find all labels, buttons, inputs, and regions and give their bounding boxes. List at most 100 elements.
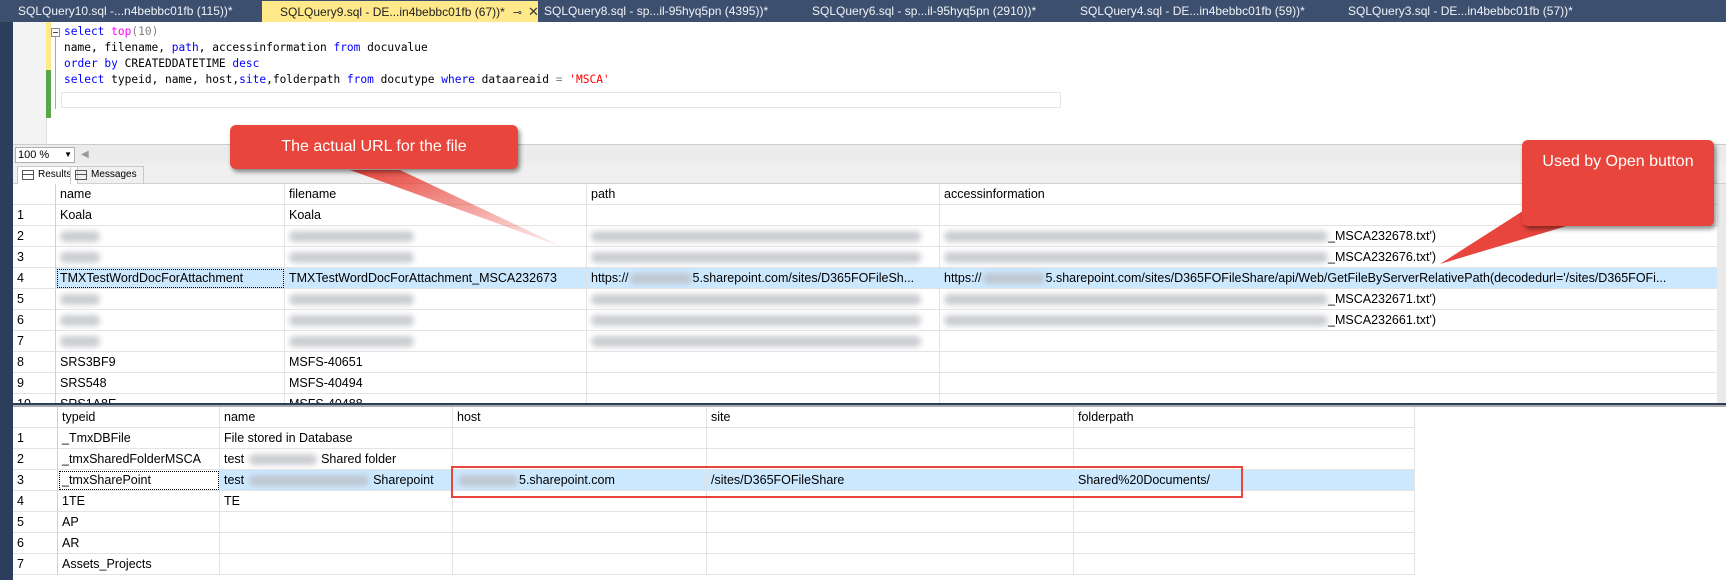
cell-typeid[interactable]: _tmxSharedFolderMSCA [58, 449, 220, 470]
row-number[interactable]: 6 [13, 533, 58, 554]
cell-name[interactable] [220, 512, 453, 533]
row-number[interactable]: 1 [13, 428, 58, 449]
cell-name[interactable]: TE [220, 491, 453, 512]
code-line-2[interactable]: name, filename, path, accessinformation … [64, 40, 428, 56]
row-number[interactable]: 3 [13, 247, 56, 268]
cell-host[interactable] [453, 428, 707, 449]
zoom-select[interactable]: 100 % ▼ [15, 147, 75, 163]
cell-accessinformation[interactable] [940, 373, 1726, 394]
table-row[interactable]: 3 _MSCA232676.txt') [13, 247, 1726, 268]
row-number[interactable]: 2 [13, 226, 56, 247]
cell-name[interactable]: Koala [56, 205, 285, 226]
table-row[interactable]: 2 _MSCA232678.txt') [13, 226, 1726, 247]
cell-name[interactable] [220, 554, 453, 575]
tab-sqlquery10[interactable]: SQLQuery10.sql -...n4bebbc01fb (115))* [0, 1, 246, 22]
row-number[interactable]: 7 [13, 331, 56, 352]
row-number[interactable]: 10 [13, 394, 56, 403]
cell-accessinformation[interactable]: _MSCA232676.txt') [940, 247, 1726, 268]
table-row[interactable]: 5 _MSCA232671.txt') [13, 289, 1726, 310]
cell-path[interactable] [587, 310, 940, 331]
cell-folderpath[interactable] [1074, 533, 1415, 554]
cell-name[interactable]: File stored in Database [220, 428, 453, 449]
cell-name[interactable] [56, 289, 285, 310]
column-header[interactable]: host [453, 407, 707, 428]
table-row[interactable]: 5 AP [13, 512, 1726, 533]
cell-filename[interactable] [285, 310, 587, 331]
cell-site[interactable] [707, 533, 1074, 554]
tab-sqlquery3[interactable]: SQLQuery3.sql - DE...in4bebbc01fb (57))* [1330, 1, 1590, 22]
cell-name[interactable]: test Shared folder [220, 449, 453, 470]
cell-folderpath[interactable] [1074, 554, 1415, 575]
column-header[interactable]: site [707, 407, 1074, 428]
cell-host[interactable] [453, 533, 707, 554]
table-row[interactable]: 7 Assets_Projects [13, 554, 1726, 575]
cell-name[interactable] [56, 310, 285, 331]
cell-accessinformation[interactable] [940, 331, 1726, 352]
column-header[interactable]: name [56, 184, 285, 205]
row-number[interactable]: 6 [13, 310, 56, 331]
cell-name[interactable]: SRS548 [56, 373, 285, 394]
cell-host[interactable] [453, 512, 707, 533]
tab-sqlquery4[interactable]: SQLQuery4.sql - DE...in4bebbc01fb (59))* [1062, 1, 1322, 22]
cell-filename[interactable]: Koala [285, 205, 587, 226]
cell-typeid[interactable]: _TmxDBFile [58, 428, 220, 449]
table-row[interactable]: 6 _MSCA232661.txt') [13, 310, 1726, 331]
tab-sqlquery6[interactable]: SQLQuery6.sql - sp...il-95hyq5pn (2910))… [794, 1, 1054, 22]
table-row[interactable]: 1 _TmxDBFile File stored in Database [13, 428, 1726, 449]
row-number[interactable]: 9 [13, 373, 56, 394]
cell-name[interactable]: SRS1A8E [56, 394, 285, 403]
cell-accessinformation[interactable]: _MSCA232661.txt') [940, 310, 1726, 331]
cell-name[interactable] [56, 331, 285, 352]
cell-accessinformation[interactable]: https://5.sharepoint.com/sites/D365FOFil… [940, 268, 1726, 289]
row-number[interactable]: 4 [13, 268, 56, 289]
row-number[interactable]: 1 [13, 205, 56, 226]
cell-name[interactable]: TMXTestWordDocForAttachment [56, 268, 285, 289]
tab-sqlquery9[interactable]: SQLQuery9.sql - DE...in4bebbc01fb (67))*… [262, 1, 538, 22]
cell-filename[interactable]: TMXTestWordDocForAttachment_MSCA232673 [285, 268, 587, 289]
cell-typeid[interactable]: 1TE [58, 491, 220, 512]
cell-path[interactable] [587, 331, 940, 352]
row-number[interactable]: 2 [13, 449, 58, 470]
cell-name[interactable] [56, 247, 285, 268]
code-line-3[interactable]: order by CREATEDDATETIME desc [64, 56, 259, 72]
row-number[interactable]: 3 [13, 470, 58, 491]
results-grid-docuvalue[interactable]: name filename path accessinformation 1 K… [13, 184, 1726, 403]
column-header[interactable]: filename [285, 184, 587, 205]
cell-name[interactable] [56, 226, 285, 247]
table-row[interactable]: 6 AR [13, 533, 1726, 554]
cell-filename[interactable] [285, 247, 587, 268]
row-number[interactable]: 5 [13, 289, 56, 310]
cell-accessinformation[interactable]: _MSCA232678.txt') [940, 226, 1726, 247]
cell-typeid[interactable]: Assets_Projects [58, 554, 220, 575]
tab-messages[interactable]: Messages [70, 166, 144, 184]
row-number[interactable]: 7 [13, 554, 58, 575]
cell-typeid[interactable]: _tmxSharePoint [58, 470, 220, 491]
cell-path[interactable]: https://5.sharepoint.com/sites/D365FOFil… [587, 268, 940, 289]
column-header[interactable]: typeid [58, 407, 220, 428]
column-header[interactable]: path [587, 184, 940, 205]
row-number[interactable]: 5 [13, 512, 58, 533]
column-header[interactable]: name [220, 407, 453, 428]
cell-site[interactable] [707, 428, 1074, 449]
cell-path[interactable] [587, 289, 940, 310]
code-line-1[interactable]: select top(10) [64, 24, 158, 40]
cell-accessinformation[interactable] [940, 352, 1726, 373]
cell-folderpath[interactable] [1074, 428, 1415, 449]
cell-path[interactable] [587, 205, 940, 226]
cell-accessinformation[interactable]: _MSCA232671.txt') [940, 289, 1726, 310]
cell-filename[interactable]: MSFS-40651 [285, 352, 587, 373]
cell-site[interactable] [707, 512, 1074, 533]
cell-accessinformation[interactable] [940, 394, 1726, 403]
cell-path[interactable] [587, 247, 940, 268]
column-header[interactable]: folderpath [1074, 407, 1415, 428]
cell-path[interactable] [587, 394, 940, 403]
cell-site[interactable] [707, 554, 1074, 575]
table-row[interactable]: 10 SRS1A8E MSFS-40488 [13, 394, 1726, 403]
cell-typeid[interactable]: AR [58, 533, 220, 554]
pin-icon[interactable]: ⊸ [513, 6, 522, 19]
scroll-left-icon[interactable]: ◀ [81, 149, 89, 160]
cell-filename[interactable]: MSFS-40494 [285, 373, 587, 394]
cell-path[interactable] [587, 352, 940, 373]
cell-filename[interactable] [285, 331, 587, 352]
cell-path[interactable] [587, 226, 940, 247]
